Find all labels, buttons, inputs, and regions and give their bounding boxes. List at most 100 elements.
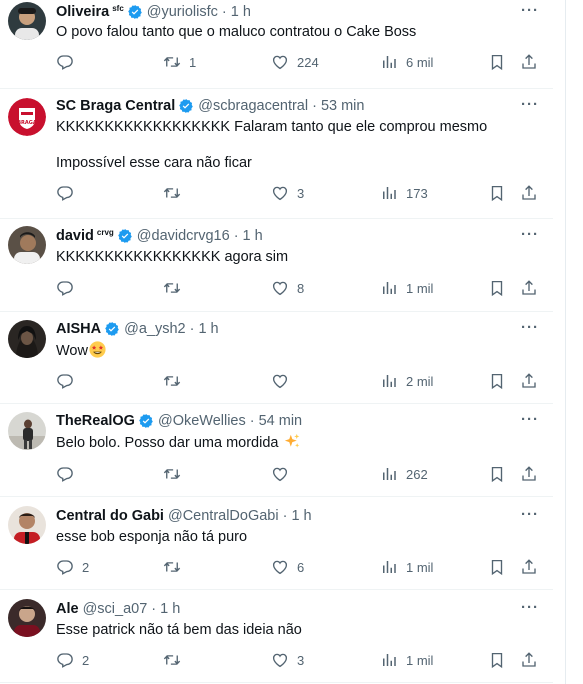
retweet-button[interactable]: [163, 463, 189, 485]
more-options-icon[interactable]: ···: [521, 599, 539, 616]
reply-button[interactable]: [56, 182, 82, 204]
bookmark-button[interactable]: [488, 182, 506, 204]
views-count: 173: [406, 185, 428, 201]
share-button[interactable]: [520, 277, 538, 299]
share-button[interactable]: [520, 463, 538, 485]
like-button[interactable]: [271, 463, 297, 485]
handle[interactable]: @CentralDoGabi: [168, 508, 279, 524]
handle[interactable]: @scbragacentral: [198, 98, 308, 114]
reply-icon: [57, 186, 73, 201]
avatar[interactable]: [8, 506, 46, 544]
share-button[interactable]: [520, 182, 538, 204]
timestamp[interactable]: 53 min: [321, 98, 365, 114]
views-button[interactable]: 1 mil: [380, 556, 433, 578]
views-button[interactable]: 262: [380, 463, 428, 485]
more-options-icon[interactable]: ···: [521, 96, 539, 113]
bookmark-button[interactable]: [488, 277, 506, 299]
views-count: 6 mil: [406, 54, 434, 70]
timestamp[interactable]: 1 h: [198, 321, 218, 337]
retweet-button[interactable]: [163, 277, 189, 299]
bookmark-button[interactable]: [488, 649, 506, 671]
handle[interactable]: @davidcrvg16: [137, 228, 230, 244]
tweet-actions: 262: [56, 463, 546, 485]
like-button[interactable]: [271, 370, 297, 392]
reply-button[interactable]: [56, 277, 82, 299]
reply-count: 2: [82, 559, 90, 575]
views-button[interactable]: 173: [380, 182, 428, 204]
reply-header: Ale @sci_a07 · 1 h: [56, 599, 180, 619]
retweet-button[interactable]: [163, 182, 189, 204]
more-options-icon[interactable]: ···: [521, 506, 539, 523]
reply-item[interactable]: Oliveira sfc @yuriolisfc · 1 h ··· O pov…: [0, 0, 553, 89]
bookmark-button[interactable]: [488, 556, 506, 578]
separator-dot: ·: [189, 321, 195, 337]
views-count: 262: [406, 466, 428, 482]
like-button[interactable]: 3: [271, 182, 304, 204]
reply-button[interactable]: [56, 51, 82, 73]
display-name[interactable]: SC Braga Central: [56, 98, 175, 114]
handle[interactable]: @OkeWellies: [158, 413, 246, 429]
timestamp[interactable]: 1 h: [243, 228, 263, 244]
avatar[interactable]: [8, 226, 46, 264]
views-button[interactable]: 1 mil: [380, 277, 433, 299]
like-button[interactable]: 3: [271, 649, 304, 671]
tweet-actions: 3 173: [56, 182, 546, 204]
avatar[interactable]: [8, 2, 46, 40]
like-button[interactable]: 6: [271, 556, 304, 578]
display-name[interactable]: AISHA: [56, 321, 101, 337]
display-name[interactable]: david: [56, 228, 94, 244]
reply-button[interactable]: 2: [56, 556, 89, 578]
retweet-button[interactable]: [163, 370, 189, 392]
reply-header: david crvg @davidcrvg16 · 1 h: [56, 226, 263, 246]
views-button[interactable]: 2 mil: [380, 370, 433, 392]
reply-count: 2: [82, 652, 90, 668]
display-name[interactable]: TheRealOG: [56, 413, 135, 429]
avatar[interactable]: [8, 599, 46, 637]
reply-button[interactable]: [56, 463, 82, 485]
reply-text-line: Wow: [56, 343, 88, 359]
like-button[interactable]: 8: [271, 277, 304, 299]
bookmark-button[interactable]: [488, 370, 506, 392]
handle[interactable]: @a_ysh2: [124, 321, 185, 337]
more-options-icon[interactable]: ···: [521, 319, 539, 336]
timestamp[interactable]: 1 h: [160, 601, 180, 617]
retweet-button[interactable]: 1: [163, 51, 196, 73]
share-button[interactable]: [520, 51, 538, 73]
views-button[interactable]: 1 mil: [380, 649, 433, 671]
share-icon: [522, 185, 536, 200]
display-name[interactable]: Oliveira: [56, 4, 109, 20]
timestamp[interactable]: 1 h: [291, 508, 311, 524]
views-button[interactable]: 6 mil: [380, 51, 433, 73]
timestamp[interactable]: 1 h: [231, 4, 251, 20]
more-options-icon[interactable]: ···: [521, 411, 539, 428]
bookmark-button[interactable]: [488, 463, 506, 485]
heart-icon: [272, 467, 288, 482]
tweet-actions: 8 1 mil: [56, 277, 546, 299]
bookmark-button[interactable]: [488, 51, 506, 73]
avatar[interactable]: BRAGA: [8, 98, 46, 136]
display-name[interactable]: Central do Gabi: [56, 508, 164, 524]
reply-text: Wow: [56, 341, 526, 361]
handle[interactable]: @yuriolisfc: [147, 4, 218, 20]
reply-button[interactable]: 2: [56, 649, 89, 671]
star-struck-emoji-icon: [89, 341, 106, 358]
views-icon: [383, 654, 396, 666]
display-name[interactable]: Ale: [56, 601, 79, 617]
more-options-icon[interactable]: ···: [521, 2, 539, 19]
avatar[interactable]: [8, 412, 46, 450]
retweet-button[interactable]: [163, 556, 189, 578]
handle[interactable]: @sci_a07: [83, 601, 148, 617]
separator-dot: ·: [151, 601, 157, 617]
more-options-icon[interactable]: ···: [521, 226, 539, 243]
bookmark-icon: [491, 185, 503, 202]
timestamp[interactable]: 54 min: [259, 413, 303, 429]
retweet-button[interactable]: [163, 649, 189, 671]
share-button[interactable]: [520, 649, 538, 671]
retweet-icon: [163, 562, 181, 572]
avatar[interactable]: [8, 320, 46, 358]
reply-button[interactable]: [56, 370, 82, 392]
like-button[interactable]: 224: [271, 51, 319, 73]
like-count: 224: [297, 54, 319, 70]
share-button[interactable]: [520, 370, 538, 392]
share-button[interactable]: [520, 556, 538, 578]
